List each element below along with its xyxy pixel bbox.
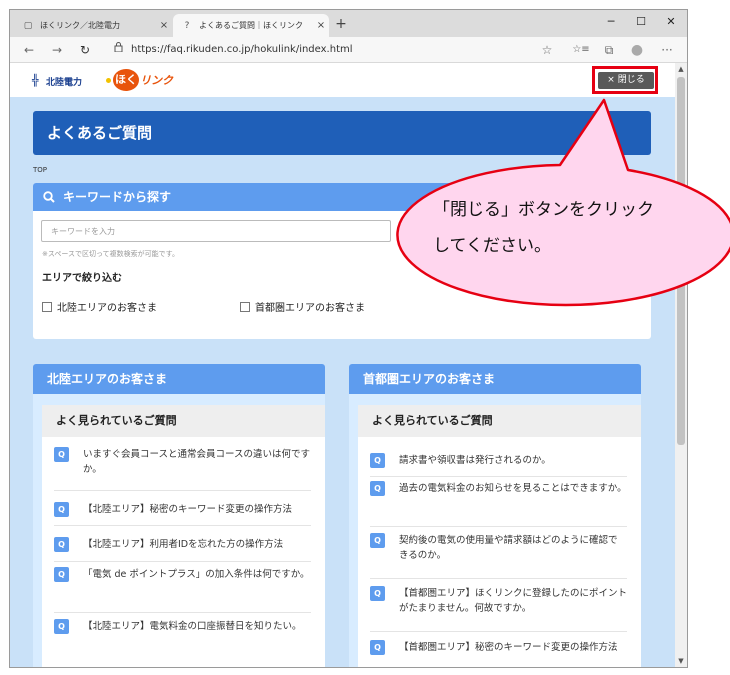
search-icon: [43, 183, 55, 222]
page-content: よくあるご質問 TOP キーワードから探す キーワードを入力 ※スペースで区切っ…: [10, 97, 675, 667]
popular-questions-heading: よく見られているご質問: [358, 405, 641, 437]
refresh-icon[interactable]: ↻: [76, 41, 94, 59]
question-text[interactable]: 【北陸エリア】利用者IDを忘れた方の操作方法: [83, 537, 283, 552]
q-badge-icon: Q: [54, 619, 69, 634]
question-item[interactable]: Q 過去の電気料金のお知らせを見ることはできますか。: [370, 481, 627, 527]
forward-icon[interactable]: →: [48, 41, 66, 59]
q-badge-icon: Q: [54, 567, 69, 582]
question-text[interactable]: 【北陸エリア】電気料金の口座振替日を知りたい。: [83, 619, 302, 634]
help-icon: ?: [184, 20, 190, 31]
shutoken-area-checkbox[interactable]: 首都圏エリアのお客さま: [240, 299, 365, 314]
q-badge-icon: Q: [54, 447, 69, 462]
lock-icon: [114, 40, 123, 59]
callout-text: 「閉じる」ボタンをクリック してください。: [433, 192, 683, 264]
collections-icon[interactable]: ⧉: [600, 41, 618, 59]
keyword-input[interactable]: キーワードを入力: [41, 220, 391, 242]
more-menu-icon[interactable]: ···: [658, 41, 676, 59]
window-close-button[interactable]: ✕: [656, 12, 686, 32]
search-note: ※スペースで区切って複数検索が可能です。: [42, 250, 179, 258]
company-logo-text: 北陸電力: [46, 78, 83, 88]
column-heading: 北陸エリアのお客さま: [33, 364, 325, 394]
tab-hokulink-home[interactable]: ▢ ほくリンク／北陸電力 ×: [14, 14, 172, 37]
question-text[interactable]: 【首都圏エリア】秘密のキーワード変更の操作方法: [399, 640, 618, 655]
breadcrumb[interactable]: TOP: [33, 166, 47, 174]
checkbox-label: 首都圏エリアのお客さま: [255, 303, 365, 314]
question-text[interactable]: いますぐ会員コースと通常会員コースの違いは何ですか。: [83, 447, 311, 477]
question-text[interactable]: 契約後の電気の使用量や請求額はどのように確認できるのか。: [399, 533, 627, 563]
tab-strip: ▢ ほくリンク／北陸電力 × ? よくあるご質問｜ほくリンク × + ─ ☐ ✕: [10, 10, 687, 37]
vertical-scrollbar[interactable]: ▲ ▼: [675, 63, 687, 667]
tab-close-icon[interactable]: ×: [313, 20, 329, 31]
question-text[interactable]: 過去の電気料金のお知らせを見ることはできますか。: [399, 481, 627, 496]
page-icon: ▢: [23, 20, 33, 31]
page-title: よくあるご質問: [33, 111, 651, 155]
tab-label: ほくリンク／北陸電力: [40, 21, 120, 30]
column-heading: 首都圏エリアのお客さま: [349, 364, 641, 394]
tab-close-icon[interactable]: ×: [156, 20, 172, 31]
question-item[interactable]: Q いますぐ会員コースと通常会員コースの違いは何ですか。: [54, 447, 311, 491]
area-filter-title: エリアで絞り込む: [42, 273, 122, 284]
url-text: https://faq.rikuden.co.jp/hokulink/index…: [131, 44, 353, 55]
scroll-up-arrow-icon[interactable]: ▲: [675, 63, 687, 75]
popular-questions-panel: よく見られているご質問 Q いますぐ会員コースと通常会員コースの違いは何ですか。…: [42, 405, 325, 667]
q-badge-icon: Q: [370, 453, 385, 468]
maximize-button[interactable]: ☐: [626, 12, 656, 32]
checkbox-box[interactable]: [240, 301, 250, 312]
shutoken-faq-column: 首都圏エリアのお客さま よく見られているご質問 Q 請求書や領収書は発行されるの…: [349, 364, 641, 667]
scroll-down-arrow-icon[interactable]: ▼: [675, 655, 687, 667]
question-item[interactable]: Q 【首都圏エリア】秘密のキーワード変更の操作方法: [370, 640, 627, 667]
q-badge-icon: Q: [54, 502, 69, 517]
hoku-circle: ほく: [113, 69, 139, 91]
minimize-button[interactable]: ─: [596, 12, 626, 32]
question-item[interactable]: Q 請求書や領収書は発行されるのか。: [370, 445, 627, 477]
question-item[interactable]: Q 【北陸エリア】秘密のキーワード変更の操作方法: [54, 494, 311, 526]
question-item[interactable]: Q 契約後の電気の使用量や請求額はどのように確認できるのか。: [370, 533, 627, 579]
site-header: ╬ 北陸電力 ほく リンク × 閉じる: [10, 63, 675, 97]
close-button-highlight: [592, 66, 658, 94]
hokuriku-logo-icon: ╬: [32, 74, 39, 87]
keyword-heading-text: キーワードから探す: [63, 190, 172, 204]
back-icon[interactable]: ←: [20, 41, 38, 59]
q-badge-icon: Q: [370, 640, 385, 655]
logo-dot: [106, 77, 111, 83]
question-text[interactable]: 【北陸エリア】秘密のキーワード変更の操作方法: [83, 502, 292, 517]
link-text: リンク: [140, 74, 173, 87]
question-item[interactable]: Q 【北陸エリア】電気料金の口座振替日を知りたい。: [54, 619, 311, 665]
callout-line-2: してください。: [433, 236, 551, 256]
browser-toolbar: ← → ↻ https://faq.rikuden.co.jp/hokulink…: [10, 37, 687, 63]
question-item[interactable]: Q 【首都圏エリア】ほくリンクに登録したのにポイントがたまりません。何故ですか。: [370, 586, 627, 632]
question-text[interactable]: 「電気 de ポイントプラス」の加入条件は何ですか。: [83, 567, 310, 582]
popular-questions-heading: よく見られているご質問: [42, 405, 325, 437]
hokulink-logo[interactable]: ほく リンク: [106, 69, 173, 91]
q-badge-icon: Q: [370, 533, 385, 548]
address-bar[interactable]: https://faq.rikuden.co.jp/hokulink/index…: [114, 40, 534, 59]
profile-avatar[interactable]: ●: [628, 41, 646, 59]
checkbox-label: 北陸エリアのお客さま: [57, 303, 157, 314]
hokuriku-faq-column: 北陸エリアのお客さま よく見られているご質問 Q いますぐ会員コースと通常会員コ…: [33, 364, 325, 667]
tab-faq[interactable]: ? よくあるご質問｜ほくリンク ×: [173, 14, 329, 37]
q-badge-icon: Q: [370, 586, 385, 601]
question-text[interactable]: 請求書や領収書は発行されるのか。: [399, 453, 551, 468]
q-badge-icon: Q: [54, 537, 69, 552]
checkbox-box[interactable]: [42, 301, 52, 312]
tab-label: よくあるご質問｜ほくリンク: [199, 21, 303, 30]
question-text[interactable]: 【首都圏エリア】ほくリンクに登録したのにポイントがたまりません。何故ですか。: [399, 586, 627, 616]
popular-questions-panel: よく見られているご質問 Q 請求書や領収書は発行されるのか。 Q 過去の電気料金…: [358, 405, 641, 667]
q-badge-icon: Q: [370, 481, 385, 496]
favorite-star-icon[interactable]: ☆: [538, 41, 556, 59]
favorites-list-icon[interactable]: ☆≡: [570, 41, 592, 59]
question-item[interactable]: Q 「電気 de ポイントプラス」の加入条件は何ですか。: [54, 567, 311, 613]
new-tab-button[interactable]: +: [332, 15, 350, 33]
hokuriku-area-checkbox[interactable]: 北陸エリアのお客さま: [42, 299, 157, 314]
browser-window: ▢ ほくリンク／北陸電力 × ? よくあるご質問｜ほくリンク × + ─ ☐ ✕…: [9, 9, 688, 668]
question-item[interactable]: Q 【北陸エリア】利用者IDを忘れた方の操作方法: [54, 528, 311, 562]
callout-line-1: 「閉じる」ボタンをクリック: [433, 200, 654, 220]
